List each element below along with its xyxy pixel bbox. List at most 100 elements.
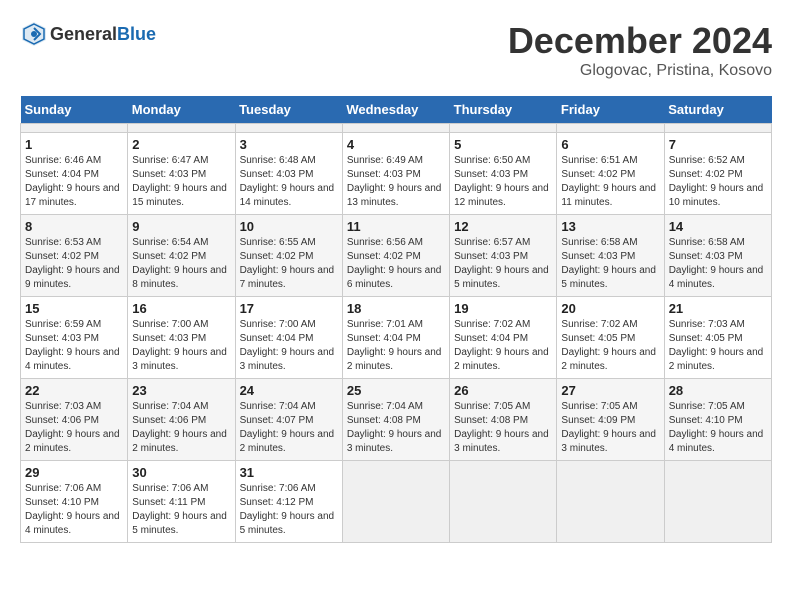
day-number: 14: [669, 219, 767, 234]
day-sunrise: Sunrise: 7:06 AM: [240, 483, 316, 494]
calendar-day-cell: 10 Sunrise: 6:55 AM Sunset: 4:02 PM Dayl…: [235, 215, 342, 297]
logo: GeneralBlue: [20, 20, 156, 48]
day-sunset: Sunset: 4:04 PM: [240, 333, 314, 344]
day-daylight: Daylight: 9 hours and 2 minutes.: [25, 429, 120, 454]
day-number: 13: [561, 219, 659, 234]
day-sunset: Sunset: 4:12 PM: [240, 497, 314, 508]
day-sunset: Sunset: 4:02 PM: [561, 169, 635, 180]
calendar-day-cell: 28 Sunrise: 7:05 AM Sunset: 4:10 PM Dayl…: [664, 379, 771, 461]
day-number: 17: [240, 301, 338, 316]
day-sunset: Sunset: 4:02 PM: [240, 251, 314, 262]
calendar-day-cell: 5 Sunrise: 6:50 AM Sunset: 4:03 PM Dayli…: [450, 133, 557, 215]
calendar-day-cell: 26 Sunrise: 7:05 AM Sunset: 4:08 PM Dayl…: [450, 379, 557, 461]
day-daylight: Daylight: 9 hours and 3 minutes.: [561, 429, 656, 454]
day-sunset: Sunset: 4:06 PM: [132, 415, 206, 426]
day-daylight: Daylight: 9 hours and 4 minutes.: [669, 429, 764, 454]
calendar-day-cell: 3 Sunrise: 6:48 AM Sunset: 4:03 PM Dayli…: [235, 133, 342, 215]
day-sunset: Sunset: 4:05 PM: [669, 333, 743, 344]
day-daylight: Daylight: 9 hours and 15 minutes.: [132, 183, 227, 208]
day-sunset: Sunset: 4:10 PM: [25, 497, 99, 508]
day-sunrise: Sunrise: 7:01 AM: [347, 319, 423, 330]
calendar-week-row: [21, 124, 772, 133]
calendar-day-cell: 1 Sunrise: 6:46 AM Sunset: 4:04 PM Dayli…: [21, 133, 128, 215]
logo-general: General: [50, 24, 117, 44]
weekday-header: Thursday: [450, 96, 557, 124]
calendar-day-cell: 29 Sunrise: 7:06 AM Sunset: 4:10 PM Dayl…: [21, 461, 128, 543]
day-number: 23: [132, 383, 230, 398]
day-sunset: Sunset: 4:02 PM: [347, 251, 421, 262]
calendar-day-cell: [21, 124, 128, 133]
day-sunrise: Sunrise: 7:04 AM: [240, 401, 316, 412]
day-sunset: Sunset: 4:08 PM: [454, 415, 528, 426]
day-daylight: Daylight: 9 hours and 9 minutes.: [25, 265, 120, 290]
day-sunrise: Sunrise: 6:54 AM: [132, 237, 208, 248]
weekday-header: Monday: [128, 96, 235, 124]
calendar-day-cell: [557, 124, 664, 133]
calendar-week-row: 8 Sunrise: 6:53 AM Sunset: 4:02 PM Dayli…: [21, 215, 772, 297]
calendar-week-row: 1 Sunrise: 6:46 AM Sunset: 4:04 PM Dayli…: [21, 133, 772, 215]
calendar-day-cell: 4 Sunrise: 6:49 AM Sunset: 4:03 PM Dayli…: [342, 133, 449, 215]
day-sunrise: Sunrise: 6:47 AM: [132, 155, 208, 166]
day-number: 29: [25, 465, 123, 480]
day-number: 7: [669, 137, 767, 152]
calendar-week-row: 15 Sunrise: 6:59 AM Sunset: 4:03 PM Dayl…: [21, 297, 772, 379]
day-number: 11: [347, 219, 445, 234]
day-sunset: Sunset: 4:02 PM: [669, 169, 743, 180]
day-number: 18: [347, 301, 445, 316]
calendar-day-cell: [557, 461, 664, 543]
day-sunrise: Sunrise: 6:46 AM: [25, 155, 101, 166]
calendar-day-cell: [450, 461, 557, 543]
day-sunrise: Sunrise: 6:53 AM: [25, 237, 101, 248]
calendar-day-cell: [235, 124, 342, 133]
calendar-day-cell: 20 Sunrise: 7:02 AM Sunset: 4:05 PM Dayl…: [557, 297, 664, 379]
day-sunset: Sunset: 4:03 PM: [132, 333, 206, 344]
day-daylight: Daylight: 9 hours and 5 minutes.: [240, 511, 335, 536]
day-sunrise: Sunrise: 6:58 AM: [561, 237, 637, 248]
day-sunrise: Sunrise: 6:55 AM: [240, 237, 316, 248]
day-daylight: Daylight: 9 hours and 12 minutes.: [454, 183, 549, 208]
day-sunset: Sunset: 4:03 PM: [669, 251, 743, 262]
day-sunset: Sunset: 4:07 PM: [240, 415, 314, 426]
day-number: 10: [240, 219, 338, 234]
weekday-header: Friday: [557, 96, 664, 124]
day-sunset: Sunset: 4:06 PM: [25, 415, 99, 426]
day-number: 3: [240, 137, 338, 152]
day-daylight: Daylight: 9 hours and 11 minutes.: [561, 183, 656, 208]
day-number: 22: [25, 383, 123, 398]
day-sunrise: Sunrise: 7:00 AM: [240, 319, 316, 330]
title-block: December 2024 Glogovac, Pristina, Kosovo: [508, 20, 772, 80]
day-number: 30: [132, 465, 230, 480]
calendar-day-cell: 30 Sunrise: 7:06 AM Sunset: 4:11 PM Dayl…: [128, 461, 235, 543]
day-sunset: Sunset: 4:03 PM: [240, 169, 314, 180]
day-sunrise: Sunrise: 7:06 AM: [25, 483, 101, 494]
day-sunrise: Sunrise: 6:49 AM: [347, 155, 423, 166]
calendar-day-cell: 23 Sunrise: 7:04 AM Sunset: 4:06 PM Dayl…: [128, 379, 235, 461]
day-daylight: Daylight: 9 hours and 5 minutes.: [561, 265, 656, 290]
calendar-day-cell: 31 Sunrise: 7:06 AM Sunset: 4:12 PM Dayl…: [235, 461, 342, 543]
calendar-table: SundayMondayTuesdayWednesdayThursdayFrid…: [20, 96, 772, 543]
calendar-day-cell: 9 Sunrise: 6:54 AM Sunset: 4:02 PM Dayli…: [128, 215, 235, 297]
day-number: 19: [454, 301, 552, 316]
calendar-day-cell: 22 Sunrise: 7:03 AM Sunset: 4:06 PM Dayl…: [21, 379, 128, 461]
day-daylight: Daylight: 9 hours and 10 minutes.: [669, 183, 764, 208]
calendar-day-cell: 8 Sunrise: 6:53 AM Sunset: 4:02 PM Dayli…: [21, 215, 128, 297]
day-daylight: Daylight: 9 hours and 3 minutes.: [240, 347, 335, 372]
day-sunrise: Sunrise: 6:58 AM: [669, 237, 745, 248]
calendar-day-cell: 14 Sunrise: 6:58 AM Sunset: 4:03 PM Dayl…: [664, 215, 771, 297]
day-sunset: Sunset: 4:10 PM: [669, 415, 743, 426]
day-daylight: Daylight: 9 hours and 3 minutes.: [132, 347, 227, 372]
day-daylight: Daylight: 9 hours and 2 minutes.: [561, 347, 656, 372]
day-sunrise: Sunrise: 7:06 AM: [132, 483, 208, 494]
day-number: 21: [669, 301, 767, 316]
calendar-day-cell: 17 Sunrise: 7:00 AM Sunset: 4:04 PM Dayl…: [235, 297, 342, 379]
day-daylight: Daylight: 9 hours and 4 minutes.: [669, 265, 764, 290]
calendar-day-cell: 11 Sunrise: 6:56 AM Sunset: 4:02 PM Dayl…: [342, 215, 449, 297]
day-sunset: Sunset: 4:08 PM: [347, 415, 421, 426]
calendar-day-cell: 16 Sunrise: 7:00 AM Sunset: 4:03 PM Dayl…: [128, 297, 235, 379]
day-daylight: Daylight: 9 hours and 6 minutes.: [347, 265, 442, 290]
day-sunrise: Sunrise: 7:03 AM: [25, 401, 101, 412]
day-sunrise: Sunrise: 6:50 AM: [454, 155, 530, 166]
day-number: 25: [347, 383, 445, 398]
weekday-header: Tuesday: [235, 96, 342, 124]
day-sunrise: Sunrise: 7:05 AM: [669, 401, 745, 412]
